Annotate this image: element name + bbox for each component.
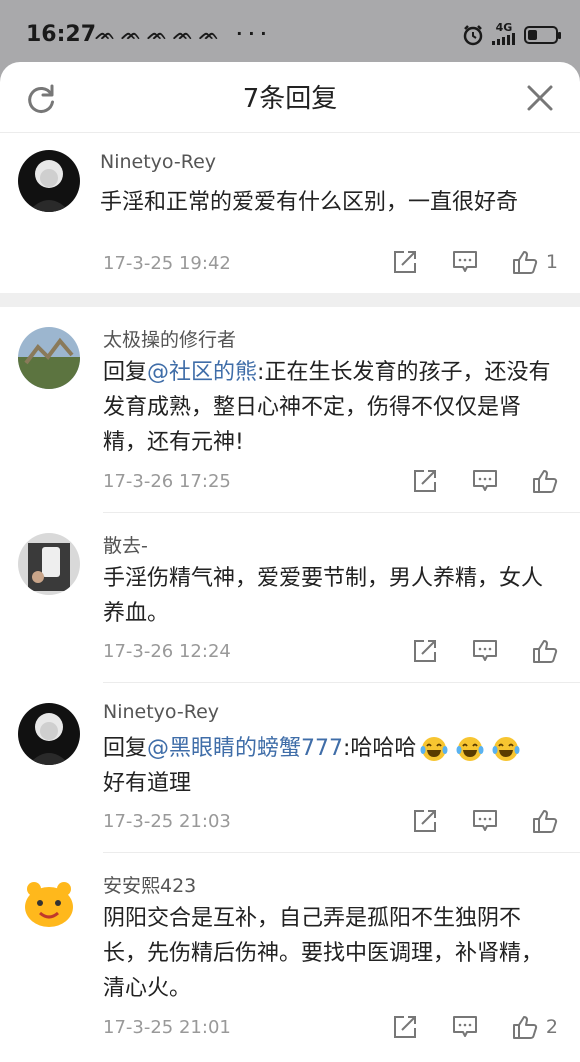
section-divider [0, 293, 580, 307]
reply-button[interactable] [472, 468, 498, 494]
reply-content: 手淫伤精气神，爱爱要节制，男人养精，女人养血。 [103, 566, 544, 626]
reply-username[interactable]: 安安熙423 [103, 871, 196, 898]
comment-icon [452, 251, 477, 272]
share-icon [414, 810, 436, 832]
avatar[interactable] [18, 150, 80, 212]
reply-item: 安安熙423 阴阳交合是互补，自己弄是孤阳不生独阴不长，先伤精后伤神。要找中医调… [0, 853, 580, 1062]
avatar[interactable] [18, 873, 80, 935]
share-button[interactable] [412, 638, 438, 664]
comment-icon [473, 470, 497, 491]
share-button[interactable] [392, 249, 418, 275]
network-indicator: 4G [492, 22, 516, 47]
thumbs-up-icon [512, 251, 538, 274]
thumbs-up-icon [533, 470, 558, 493]
battery-fill [528, 29, 538, 40]
like-button[interactable]: 2 [512, 1014, 558, 1040]
share-button[interactable] [392, 1014, 418, 1040]
alarm-icon [463, 24, 483, 45]
sheet-header: 7条回复 [0, 62, 580, 133]
reply-button[interactable] [472, 638, 498, 664]
reply-actions [378, 638, 558, 664]
laughing-emoji-icon [420, 737, 448, 761]
reply-actions [378, 808, 558, 834]
reply-item: Ninetyo-Rey 回复@黑眼睛的螃蟹777:哈哈哈好有道理 17-3-25… [0, 683, 580, 853]
avatar[interactable] [18, 533, 80, 595]
like-button[interactable]: 1 [512, 249, 558, 275]
reply-content: 阴阳交合是互补，自己弄是孤阳不生独阴不长，先伤精后伤神。要找中医调理，补肾精，清… [103, 906, 544, 1001]
status-bar: 16:27 ᨏᨏᨏᨏᨏ ··· 4G [0, 0, 580, 70]
status-right-icons: 4G [462, 22, 561, 47]
reply-content: 回复@社区的熊:正在生长发育的孩子，还没有发育成熟，整日心神不定，伤得不仅仅是肾… [103, 355, 558, 460]
reply-actions [378, 468, 558, 494]
share-icon [414, 640, 436, 662]
share-button[interactable] [412, 468, 438, 494]
like-button[interactable] [532, 808, 558, 834]
reply-button[interactable] [452, 1014, 478, 1040]
comment-username[interactable]: Ninetyo-Rey [100, 151, 216, 173]
battery-icon [524, 25, 561, 44]
signal-icon [492, 33, 515, 45]
reply-username[interactable]: Ninetyo-Rey [103, 701, 219, 723]
comment-icon [473, 640, 497, 661]
reply-time: 17-3-25 21:01 [103, 1017, 231, 1038]
reply-text: :哈哈哈 [343, 736, 417, 761]
reply-button[interactable] [472, 808, 498, 834]
like-count: 2 [545, 1016, 558, 1038]
status-time: 16:27 [26, 22, 97, 47]
reply-item: 散去- 手淫伤精气神，爱爱要节制，男人养精，女人养血。 17-3-26 12:2… [0, 513, 580, 683]
comment-icon [473, 810, 497, 831]
like-count: 1 [545, 251, 558, 273]
sheet-title: 7条回复 [242, 84, 338, 114]
share-icon [393, 1016, 416, 1038]
comment-time: 17-3-25 19:42 [103, 253, 231, 274]
thumbs-up-icon [533, 640, 558, 663]
reply-content: 回复@黑眼睛的螃蟹777:哈哈哈好有道理 [103, 731, 558, 801]
mention-link[interactable]: @社区的熊 [147, 360, 257, 385]
reply-username[interactable]: 太极操的修行者 [103, 325, 236, 352]
reply-button[interactable] [452, 249, 478, 275]
reply-time: 17-3-25 21:03 [103, 811, 231, 832]
main-comment: Ninetyo-Rey 手淫和正常的爱爱有什么区别，一直很好奇 17-3-25 … [0, 133, 580, 293]
comment-content: 手淫和正常的爱爱有什么区别，一直很好奇 [100, 190, 519, 215]
thumbs-up-icon [512, 1016, 538, 1039]
reply-actions: 2 [358, 1014, 558, 1040]
close-icon[interactable] [524, 82, 556, 114]
comment-icon [452, 1016, 477, 1037]
replies-sheet: 7条回复 Ninetyo-Rey 手淫和正常的爱爱有什么区别，一直很好奇 17-… [0, 62, 580, 1062]
notification-icons: ᨏᨏᨏᨏᨏ ··· [95, 24, 273, 43]
laughing-emoji-icon [456, 737, 484, 761]
reply-prefix: 回复 [103, 736, 148, 761]
avatar[interactable] [18, 703, 80, 765]
mention-link[interactable]: @黑眼睛的螃蟹777 [147, 736, 343, 761]
like-button[interactable] [532, 468, 558, 494]
reply-time: 17-3-26 17:25 [103, 471, 231, 492]
avatar[interactable] [18, 327, 80, 389]
share-icon [393, 251, 416, 273]
reply-time: 17-3-26 12:24 [103, 641, 231, 662]
network-type: 4G [495, 21, 513, 34]
like-button[interactable] [532, 638, 558, 664]
share-icon [414, 470, 436, 492]
share-button[interactable] [412, 808, 438, 834]
laughing-emoji-icon [492, 737, 520, 761]
reply-username[interactable]: 散去- [103, 531, 148, 558]
reply-prefix: 回复 [103, 360, 148, 385]
thumbs-up-icon [533, 810, 558, 833]
reply-item: 太极操的修行者 回复@社区的熊:正在生长发育的孩子，还没有发育成熟，整日心神不定… [0, 307, 580, 513]
comment-actions: 1 [358, 249, 558, 275]
reply-text-continued: 好有道理 [103, 771, 192, 796]
